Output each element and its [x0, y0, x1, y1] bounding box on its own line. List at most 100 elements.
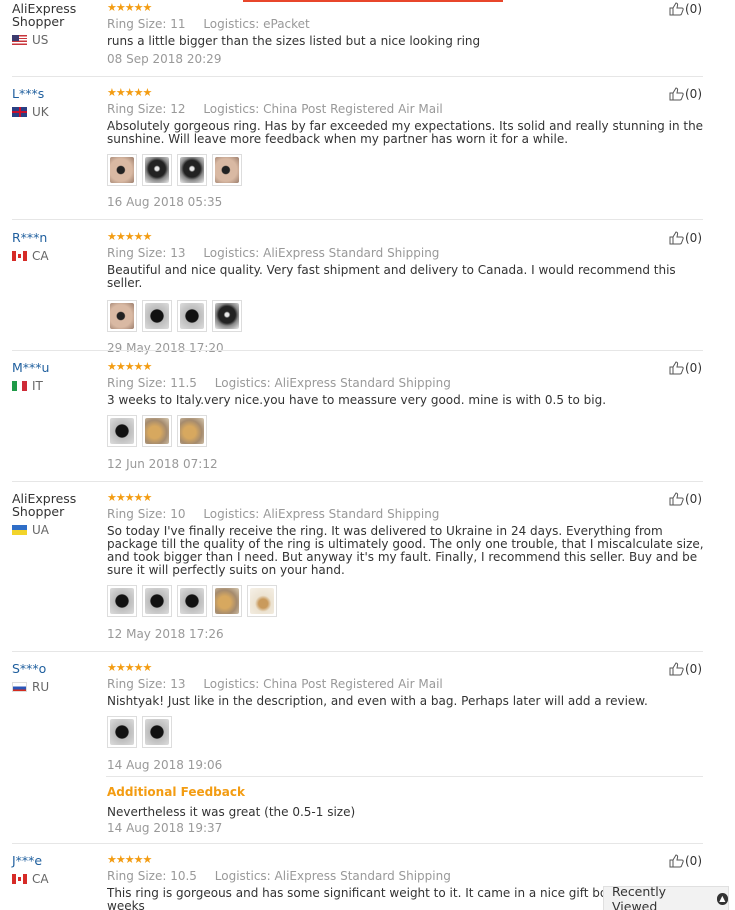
ring-size-label: Ring Size:: [107, 677, 167, 691]
uk-flag-icon: [12, 107, 27, 117]
star-rating: ★★★★★: [107, 360, 152, 373]
additional-feedback-content: Additional Feedback Nevertheless it was …: [107, 785, 707, 835]
logistics-value: AliExpress Standard Shipping: [274, 376, 451, 390]
recently-viewed-button[interactable]: Recently Viewed ▲: [603, 884, 729, 910]
review-date: 29 May 2018 17:20: [107, 341, 224, 355]
buyer-country: RU: [12, 680, 102, 694]
buyer-country: IT: [12, 379, 102, 393]
ring-size-label: Ring Size:: [107, 246, 167, 260]
helpful-count: (0): [685, 854, 702, 868]
country-code: UK: [32, 105, 49, 119]
review-photos: [107, 585, 707, 617]
logistics-label: Logistics:: [214, 376, 271, 390]
helpful-button[interactable]: (0): [669, 87, 702, 101]
review-text: runs a little bigger than the sizes list…: [107, 34, 481, 48]
italy-flag-icon: [12, 381, 27, 391]
buyer-country: UK: [12, 105, 102, 119]
helpful-button[interactable]: (0): [669, 361, 702, 375]
review-photo[interactable]: [142, 585, 172, 617]
review-photo[interactable]: [107, 716, 137, 748]
review-text: 3 weeks to Italy.very nice.you have to m…: [107, 393, 607, 407]
review-photo[interactable]: [212, 585, 242, 617]
buyer-name: AliExpress Shopper: [12, 1, 77, 29]
review-photo[interactable]: [107, 154, 137, 186]
star-rating: ★★★★★: [107, 86, 152, 99]
review-content: ★★★★★ Ring Size: 13 Logistics: China Pos…: [107, 662, 707, 772]
divider: [12, 843, 703, 844]
thumbs-up-icon: [669, 361, 684, 375]
helpful-button[interactable]: (0): [669, 492, 702, 506]
logistics-label: Logistics:: [214, 869, 271, 883]
country-code: IT: [32, 379, 43, 393]
country-code: CA: [32, 249, 49, 263]
canada-flag-icon: [12, 874, 27, 884]
review-photo[interactable]: [177, 415, 207, 447]
review-photos: [107, 300, 707, 332]
review-text: So today I've finally receive the ring. …: [107, 524, 704, 577]
review-meta: Ring Size: 13 Logistics: China Post Regi…: [107, 677, 707, 691]
review-photo[interactable]: [107, 300, 137, 332]
logistics-value: ePacket: [263, 17, 310, 31]
review-photo[interactable]: [212, 154, 242, 186]
thumbs-up-icon: [669, 492, 684, 506]
country-code: US: [32, 33, 49, 47]
buyer-name: L***s: [12, 86, 45, 101]
buyer-info: AliExpress Shopper UA: [12, 492, 102, 537]
divider: [12, 651, 703, 652]
buyer-name: S***o: [12, 661, 47, 676]
buyer-country: CA: [12, 872, 102, 886]
review-photo[interactable]: [142, 415, 172, 447]
review-text: Nishtyak! Just like in the description, …: [107, 694, 648, 708]
review-photo[interactable]: [247, 585, 277, 617]
buyer-country: UA: [12, 523, 102, 537]
review-photos: [107, 154, 707, 186]
logistics-value: China Post Registered Air Mail: [263, 102, 443, 116]
review-content: ★★★★★ Ring Size: 10 Logistics: AliExpres…: [107, 492, 707, 641]
review-content: ★★★★★ Ring Size: 13 Logistics: AliExpres…: [107, 231, 707, 355]
review-photo[interactable]: [107, 585, 137, 617]
additional-feedback-date: 14 Aug 2018 19:37: [107, 821, 223, 835]
thumbs-up-icon: [669, 87, 684, 101]
review-meta: Ring Size: 11.5 Logistics: AliExpress St…: [107, 376, 707, 390]
additional-feedback-text: Nevertheless it was great (the 0.5-1 siz…: [107, 805, 356, 819]
review-content: ★★★★★ Ring Size: 11.5 Logistics: AliExpr…: [107, 361, 707, 471]
review-photo[interactable]: [177, 300, 207, 332]
review-photo[interactable]: [142, 716, 172, 748]
review-meta: Ring Size: 10.5 Logistics: AliExpress St…: [107, 869, 707, 883]
buyer-info: R***n CA: [12, 231, 102, 263]
review-text: Beautiful and nice quality. Very fast sh…: [107, 263, 676, 290]
star-rating: ★★★★★: [107, 661, 152, 674]
star-rating: ★★★★★: [107, 1, 152, 14]
review-photo[interactable]: [177, 585, 207, 617]
logistics-value: AliExpress Standard Shipping: [263, 507, 440, 521]
ring-size-value: 10.5: [170, 869, 197, 883]
logistics-label: Logistics:: [203, 507, 260, 521]
helpful-count: (0): [685, 662, 702, 676]
helpful-button[interactable]: (0): [669, 854, 702, 868]
buyer-info: AliExpress Shopper US: [12, 2, 102, 47]
thumbs-up-icon: [669, 662, 684, 676]
logistics-value: AliExpress Standard Shipping: [263, 246, 440, 260]
review-text: Absolutely gorgeous ring. Has by far exc…: [107, 119, 704, 146]
review-content: ★★★★★ Ring Size: 11 Logistics: ePacket r…: [107, 1, 707, 67]
review-photo[interactable]: [142, 300, 172, 332]
buyer-country: CA: [12, 249, 102, 263]
chevron-up-icon: ▲: [716, 892, 728, 905]
review-photo[interactable]: [212, 300, 242, 332]
review-photos: [107, 716, 707, 748]
helpful-button[interactable]: (0): [669, 231, 702, 245]
logistics-label: Logistics:: [203, 246, 260, 260]
russia-flag-icon: [12, 682, 27, 692]
review-meta: Ring Size: 10 Logistics: AliExpress Stan…: [107, 507, 707, 521]
buyer-info: L***s UK: [12, 87, 102, 119]
helpful-count: (0): [685, 87, 702, 101]
helpful-button[interactable]: (0): [669, 2, 702, 16]
thumbs-up-icon: [669, 231, 684, 245]
review-photo[interactable]: [177, 154, 207, 186]
ring-size-value: 11: [170, 17, 186, 31]
review-photo[interactable]: [107, 415, 137, 447]
buyer-info: M***u IT: [12, 361, 102, 393]
review-photo[interactable]: [142, 154, 172, 186]
logistics-label: Logistics:: [203, 17, 260, 31]
helpful-button[interactable]: (0): [669, 662, 702, 676]
